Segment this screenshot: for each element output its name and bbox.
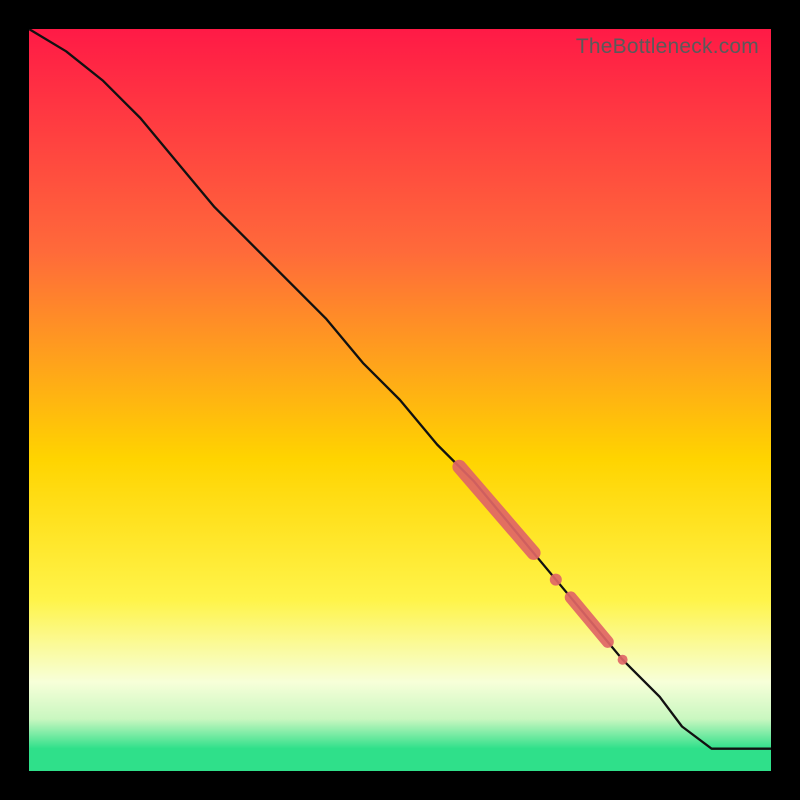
marker-dot-1: [550, 574, 562, 586]
chart-svg: [29, 29, 771, 771]
plot-area: TheBottleneck.com: [29, 29, 771, 771]
marker-cluster-b: [571, 597, 608, 642]
marker-cluster-a: [459, 467, 533, 553]
line-layer: [29, 29, 771, 749]
marker-dot-2: [618, 655, 628, 665]
curve-path: [29, 29, 771, 749]
attribution-label: TheBottleneck.com: [576, 35, 759, 59]
chart-frame: TheBottleneck.com: [0, 0, 800, 800]
